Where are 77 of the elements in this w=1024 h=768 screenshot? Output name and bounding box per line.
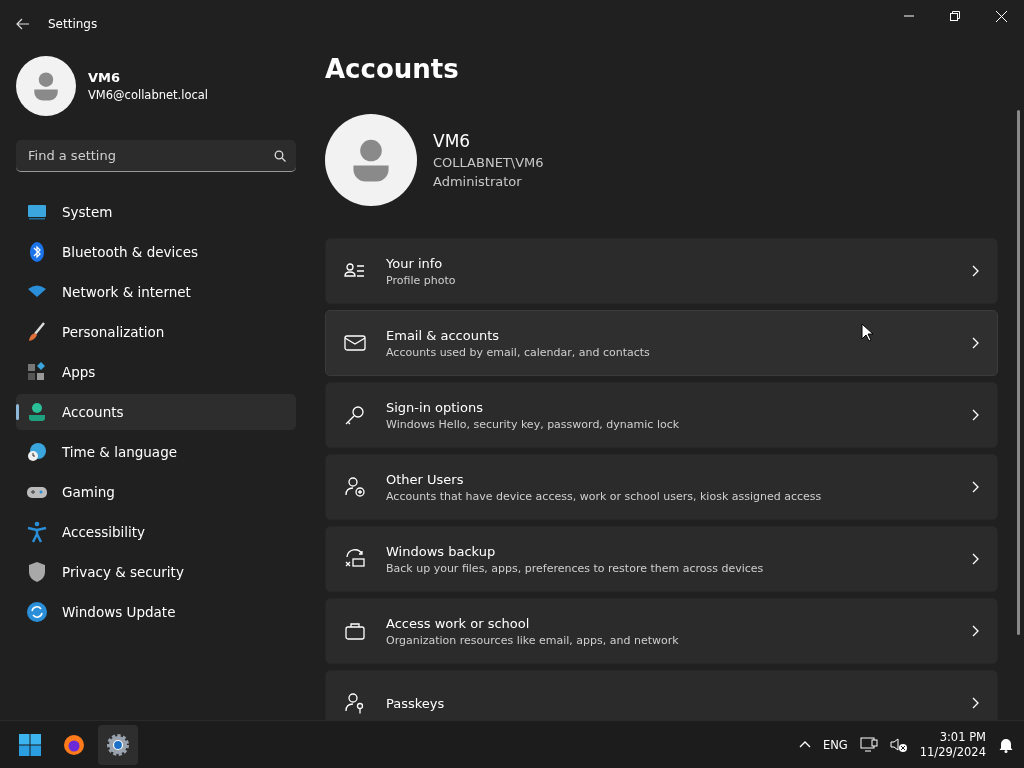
apps-icon	[26, 361, 48, 383]
window-title: Settings	[48, 17, 98, 31]
nav-item[interactable]: Accounts	[16, 394, 296, 430]
settings-card[interactable]: Email & accounts Accounts used by email, calendar, and contacts	[325, 310, 998, 376]
nav-item[interactable]: Gaming	[16, 474, 296, 510]
user-avatar[interactable]	[16, 56, 76, 116]
mail-icon	[344, 332, 366, 354]
account-domain: COLLABNET\VM6	[433, 155, 544, 170]
nav-item[interactable]: Time & language	[16, 434, 296, 470]
settings-card[interactable]: Access work or school Organization resources like email, apps, and network	[325, 598, 998, 664]
account-name: VM6	[433, 131, 471, 151]
browser-icon	[62, 732, 86, 757]
card-subtitle: Accounts that have device access, work or school users, kiosk assigned access	[386, 489, 822, 503]
network-icon[interactable]	[859, 736, 878, 753]
search-bar[interactable]: Find a setting	[16, 140, 296, 172]
shield-icon	[26, 561, 48, 583]
chevron-right-icon	[972, 409, 979, 421]
chevron-right-icon	[972, 625, 979, 637]
accessibility-icon	[26, 521, 48, 543]
scrollbar[interactable]	[1017, 110, 1020, 635]
card-title: Other Users	[386, 471, 464, 487]
gear-icon	[106, 732, 130, 757]
speaker-muted-icon[interactable]	[889, 736, 908, 753]
language-indicator[interactable]: ENG	[822, 737, 848, 752]
card-title: Windows backup	[386, 543, 496, 559]
chevron-right-icon	[972, 481, 979, 493]
nav-item[interactable]: Accessibility	[16, 514, 296, 550]
settings-card[interactable]: Other Users Accounts that have device access, work or school users, kiosk assigned access	[325, 454, 998, 520]
windows-logo-icon	[18, 732, 42, 757]
user-email: VM6@collabnet.local	[88, 88, 209, 102]
card-title: Email & accounts	[386, 327, 500, 343]
clock[interactable]: 3:01 PM 11/29/2024	[919, 729, 986, 760]
chevron-right-icon	[972, 697, 979, 709]
card-title: Sign-in options	[386, 399, 483, 415]
nav-item[interactable]: System	[16, 194, 296, 230]
paintbrush-icon	[26, 321, 48, 343]
chevron-right-icon	[972, 553, 979, 565]
card-title: Your info	[386, 255, 443, 271]
user-name: VM6	[88, 70, 121, 85]
nav-item[interactable]: Windows Update	[16, 594, 296, 630]
card-subtitle: Windows Hello, security key, password, dynamic lock	[386, 417, 680, 431]
nav-item[interactable]: Bluetooth & devices	[16, 234, 296, 270]
bell-icon[interactable]	[998, 736, 1014, 753]
mouse-cursor-icon	[861, 323, 873, 342]
globe-clock-icon	[26, 441, 48, 463]
settings-card[interactable]: Your info Profile photo	[325, 238, 998, 304]
nav-item[interactable]: Personalization	[16, 314, 296, 350]
nav-item[interactable]: Privacy & security	[16, 554, 296, 590]
card-title: Passkeys	[386, 695, 445, 711]
card-subtitle: Back up your files, apps, preferences to restore them across devices	[386, 561, 764, 575]
back-arrow-icon[interactable]	[16, 18, 30, 30]
person-icon	[26, 401, 48, 423]
chevron-right-icon	[972, 265, 979, 277]
settings-taskbar-button[interactable]	[98, 724, 138, 765]
sync-icon	[26, 601, 48, 623]
card-subtitle: Profile photo	[386, 273, 456, 287]
nav-item[interactable]: Apps	[16, 354, 296, 390]
chevron-up-icon[interactable]	[798, 741, 811, 748]
card-title: Access work or school	[386, 615, 530, 631]
account-role: Administrator	[433, 174, 522, 189]
nav-item[interactable]: Network & internet	[16, 274, 296, 310]
backup-icon	[344, 548, 366, 570]
page-title: Accounts	[325, 54, 460, 84]
card-subtitle: Organization resources like email, apps, and network	[386, 633, 679, 647]
search-input[interactable]: Find a setting	[26, 147, 274, 164]
settings-card[interactable]: Windows backup Back up your files, apps, preferences to restore them across devices	[325, 526, 998, 592]
person-key-icon	[344, 692, 366, 714]
card-subtitle: Accounts used by email, calendar, and contacts	[386, 345, 650, 359]
close-icon	[995, 10, 1007, 22]
search-icon	[274, 149, 286, 162]
chevron-right-icon	[972, 337, 979, 349]
person-add-icon	[344, 476, 366, 498]
key-icon	[344, 404, 366, 426]
restore-icon	[950, 11, 960, 21]
settings-card[interactable]: Passkeys	[325, 670, 998, 720]
settings-card[interactable]: Sign-in options Windows Hello, security key, password, dynamic lock	[325, 382, 998, 448]
briefcase-icon	[344, 620, 366, 642]
